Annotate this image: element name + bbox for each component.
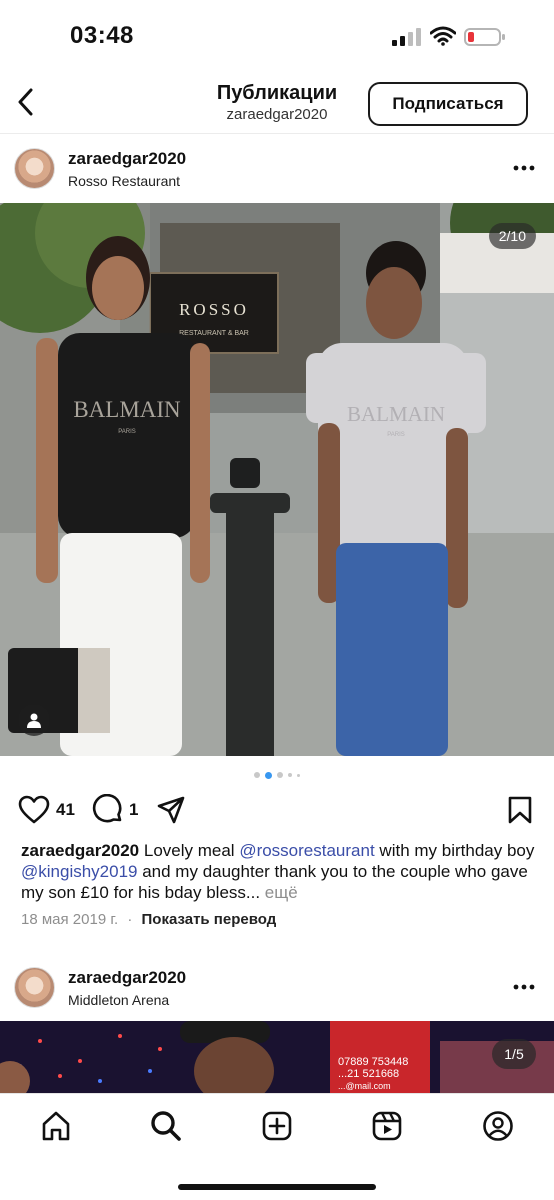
comment-icon[interactable] (92, 794, 124, 826)
girl-shirt-city: PARIS (118, 429, 136, 435)
page-subtitle: zaraedgar2020 (226, 106, 328, 123)
more-dots-icon (513, 165, 535, 171)
cellular-signal-icon (392, 28, 421, 46)
post-photo[interactable]: 07889 753448 ...21 521668 ...@mail.com 1… (0, 1021, 554, 1093)
create-post-icon (262, 1111, 292, 1141)
mention-link[interactable]: @kingishy2019 (21, 862, 138, 881)
photo-scene: ROSSO RESTAURANT & BAR BALMAIN PARIS BAL… (0, 203, 554, 756)
image-counter-badge: 1/5 (504, 1046, 524, 1062)
caption-username[interactable]: zaraedgar2020 (21, 841, 139, 860)
carousel-dot (277, 772, 283, 778)
carousel-dot-active (265, 771, 272, 779)
caption-text: Lovely meal (139, 841, 240, 860)
person-icon (27, 713, 41, 728)
banner-line-2: ...21 521668 (338, 1068, 399, 1080)
image-counter-badge: 2/10 (488, 223, 536, 249)
bottom-tab-bar (0, 1093, 554, 1200)
tab-create[interactable] (259, 1108, 295, 1144)
back-button[interactable] (10, 84, 40, 120)
header-titles: Публикации zaraedgar2020 (200, 81, 354, 125)
boy-shirt-city: PARIS (387, 432, 405, 438)
post-location[interactable]: Rosso Restaurant (68, 173, 180, 189)
avatar[interactable] (14, 967, 55, 1008)
post-header: zaraedgar2020 Rosso Restaurant (0, 136, 554, 200)
profile-icon (483, 1111, 513, 1141)
like-count[interactable]: 41 (56, 800, 75, 820)
share-icon[interactable] (156, 795, 186, 825)
chevron-left-icon (18, 88, 33, 116)
carousel-dot (254, 772, 260, 778)
battery-icon (464, 28, 505, 46)
caption-more-link[interactable]: ещё (265, 883, 298, 902)
tab-home[interactable] (38, 1108, 74, 1144)
follow-button[interactable]: Подписаться (368, 82, 528, 126)
post-actions: 41 1 (0, 790, 554, 830)
post-caption: zaraedgar2020 Lovely meal @rossorestaura… (21, 840, 535, 903)
meta-separator: · (127, 911, 133, 928)
nav-header: Публикации zaraedgar2020 Подписаться (0, 72, 554, 134)
more-options-button[interactable] (512, 158, 536, 178)
tab-profile[interactable] (480, 1108, 516, 1144)
reels-icon (372, 1111, 402, 1141)
comment-count[interactable]: 1 (129, 800, 138, 820)
post-username[interactable]: zaraedgar2020 (68, 149, 186, 169)
page-title: Публикации (216, 82, 338, 104)
post-header: zaraedgar2020 Middleton Arena (0, 955, 554, 1019)
caption-text: with my birthday boy (374, 841, 535, 860)
tagged-people-button[interactable] (18, 704, 50, 736)
status-bar: 03:48 (0, 0, 554, 72)
wifi-icon (430, 26, 456, 46)
carousel-dot (288, 773, 292, 777)
tab-reels[interactable] (369, 1108, 405, 1144)
post-date: 18 мая 2019 г. (21, 911, 119, 928)
sign-tagline: RESTAURANT & BAR (179, 330, 249, 337)
home-indicator (178, 1184, 376, 1190)
carousel-dot (297, 773, 300, 777)
carousel-indicator (0, 770, 554, 780)
boy-shirt-brand: BALMAIN (347, 402, 445, 426)
post-meta: 18 мая 2019 г. · Показать перевод (21, 911, 276, 928)
post-location[interactable]: Middleton Arena (68, 992, 169, 1008)
more-options-button[interactable] (512, 977, 536, 997)
status-time: 03:48 (70, 22, 134, 49)
post-photo[interactable]: ROSSO RESTAURANT & BAR BALMAIN PARIS BAL… (0, 203, 554, 756)
photo-scene: 07889 753448 ...21 521668 ...@mail.com 1… (0, 1021, 554, 1093)
banner-line-3: ...@mail.com (338, 1081, 391, 1091)
bookmark-icon[interactable] (506, 795, 534, 825)
heart-icon[interactable] (18, 794, 50, 826)
more-dots-icon (513, 984, 535, 990)
banner-line-1: 07889 753448 (338, 1056, 408, 1068)
home-icon (42, 1111, 70, 1141)
girl-shirt-brand: BALMAIN (73, 397, 181, 422)
post-username[interactable]: zaraedgar2020 (68, 968, 186, 988)
sign-brand: ROSSO (179, 300, 249, 319)
tab-search[interactable] (148, 1108, 184, 1144)
avatar[interactable] (14, 148, 55, 189)
mention-link[interactable]: @rossorestaurant (239, 841, 374, 860)
show-translation-link[interactable]: Показать перевод (142, 911, 277, 928)
search-icon (151, 1111, 181, 1141)
